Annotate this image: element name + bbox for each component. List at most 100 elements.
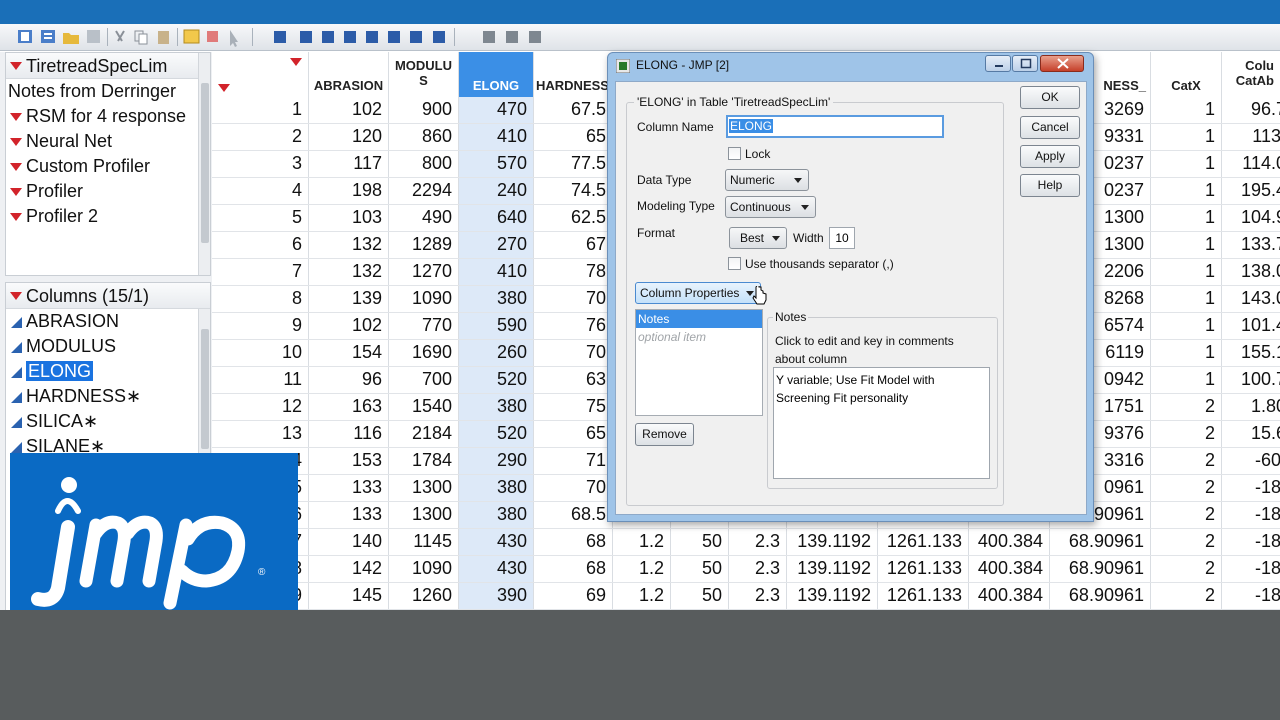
modeling-type-select[interactable]: Continuous [725,196,816,218]
table-tools-icons[interactable] [483,31,541,43]
table-cell[interactable]: 120 [309,123,388,150]
table-cell[interactable]: 1289 [389,231,458,258]
table-cell[interactable]: 2 [1151,447,1221,474]
table-cell[interactable]: 1540 [389,393,458,420]
table-cell[interactable]: 1784 [389,447,458,474]
table-cell[interactable]: 132 [309,231,388,258]
new-script-icon[interactable] [41,30,55,43]
table-cell[interactable]: 2 [1151,582,1221,609]
table-cell[interactable]: 155.1 [1222,339,1280,366]
table-cell[interactable]: 2 [1151,393,1221,420]
column-header-catx[interactable]: CatX [1152,52,1220,97]
row-number[interactable]: 13 [212,420,308,447]
table-cell[interactable]: 1145 [389,528,458,555]
table-cell[interactable]: 139.1192 [787,582,877,609]
table-cell[interactable]: -18. [1222,528,1280,555]
table-cell[interactable]: 1 [1151,339,1221,366]
table-cell[interactable]: 77.5 [534,150,612,177]
table-cell[interactable]: 800 [389,150,458,177]
column-list-item[interactable]: ELONG [6,359,210,384]
table-cell[interactable]: 410 [459,123,533,150]
dialog-title-bar[interactable]: ELONG - JMP [2] [608,53,1093,77]
column-list-item[interactable]: ABRASION [6,309,210,334]
table-cell[interactable]: 76 [534,312,612,339]
table-cell[interactable]: 132 [309,258,388,285]
data-grid-icon[interactable] [183,29,200,44]
table-cell[interactable]: 640 [459,204,533,231]
table-cell[interactable]: 240 [459,177,533,204]
table-cell[interactable]: 102 [309,312,388,339]
table-cell[interactable]: 117 [309,150,388,177]
lock-checkbox[interactable] [728,147,741,160]
table-cell[interactable]: 860 [389,123,458,150]
table-cell[interactable]: 139.1192 [787,528,877,555]
table-cell[interactable]: 104.9 [1222,204,1280,231]
red-triangle-icon[interactable] [290,58,302,66]
width-input[interactable]: 10 [829,227,855,249]
table-cell[interactable]: 62.5 [534,204,612,231]
table-cell[interactable]: 78 [534,258,612,285]
table-panel-scrollbar[interactable] [198,53,210,275]
table-cell[interactable]: 380 [459,393,533,420]
table-cell[interactable]: 1 [1151,258,1221,285]
table-cell[interactable]: 390 [459,582,533,609]
table-cell[interactable]: -60. [1222,447,1280,474]
table-cell[interactable]: 116 [309,420,388,447]
scrollbar-thumb[interactable] [201,329,209,449]
table-cell[interactable]: -18. [1222,555,1280,582]
table-cell[interactable]: -18. [1222,582,1280,609]
table-cell[interactable]: 290 [459,447,533,474]
table-cell[interactable]: 75 [534,393,612,420]
arrow-tool-icon[interactable] [230,30,238,47]
table-cell[interactable]: 2 [1151,420,1221,447]
red-triangle-icon[interactable] [10,188,22,196]
table-cell[interactable]: 260 [459,339,533,366]
table-cell[interactable]: 96.7 [1222,96,1280,123]
columns-header[interactable]: Columns (15/1) [6,283,210,309]
column-header-ness[interactable]: NESS_ [1092,52,1150,97]
table-cell[interactable]: 67 [534,231,612,258]
red-triangle-icon[interactable] [10,213,22,221]
notes-textarea[interactable]: Y variable; Use Fit Model with Screening… [773,367,990,479]
format-select[interactable]: Best [729,227,787,249]
minimize-button[interactable] [985,55,1011,72]
ok-button[interactable]: OK [1020,86,1080,109]
help-button[interactable]: Help [1020,174,1080,197]
table-cell[interactable]: 163 [309,393,388,420]
scrollbar-thumb[interactable] [201,83,209,243]
row-number[interactable]: 7 [212,258,308,285]
properties-list[interactable]: Notes optional item [635,309,763,416]
table-cell[interactable]: 1 [1151,312,1221,339]
table-cell[interactable]: 154 [309,339,388,366]
table-cell[interactable]: 430 [459,555,533,582]
table-cell[interactable]: 138.0 [1222,258,1280,285]
table-cell[interactable]: 100.7 [1222,366,1280,393]
table-cell[interactable]: 65 [534,123,612,150]
table-cell[interactable]: 1261.133 [878,582,968,609]
column-header-hardness[interactable]: HARDNESS [534,52,612,97]
table-cell[interactable]: 71 [534,447,612,474]
row-header-corner[interactable] [212,52,308,97]
table-cell[interactable]: 140 [309,528,388,555]
table-cell[interactable]: 50 [671,582,728,609]
table-cell[interactable]: 65 [534,420,612,447]
table-cell[interactable]: 2 [1151,528,1221,555]
table-cell[interactable]: 74.5 [534,177,612,204]
table-cell[interactable]: 2 [1151,474,1221,501]
table-cell[interactable]: 900 [389,96,458,123]
table-cell[interactable]: 68.5 [534,501,612,528]
red-triangle-icon[interactable] [10,62,22,70]
property-item-notes[interactable]: Notes [636,310,762,328]
table-cell[interactable]: 1 [1151,96,1221,123]
table-cell[interactable]: 2.3 [729,582,786,609]
column-list-item[interactable]: HARDNESS∗ [6,384,210,409]
table-cell[interactable]: 67.5 [534,96,612,123]
paste-icon[interactable] [158,31,169,44]
table-cell[interactable]: 133.7 [1222,231,1280,258]
row-number[interactable]: 12 [212,393,308,420]
table-cell[interactable]: 1270 [389,258,458,285]
row-number[interactable]: 11 [212,366,308,393]
table-cell[interactable]: 2 [1151,555,1221,582]
apply-button[interactable]: Apply [1020,145,1080,168]
table-cell[interactable]: 400.384 [969,582,1049,609]
